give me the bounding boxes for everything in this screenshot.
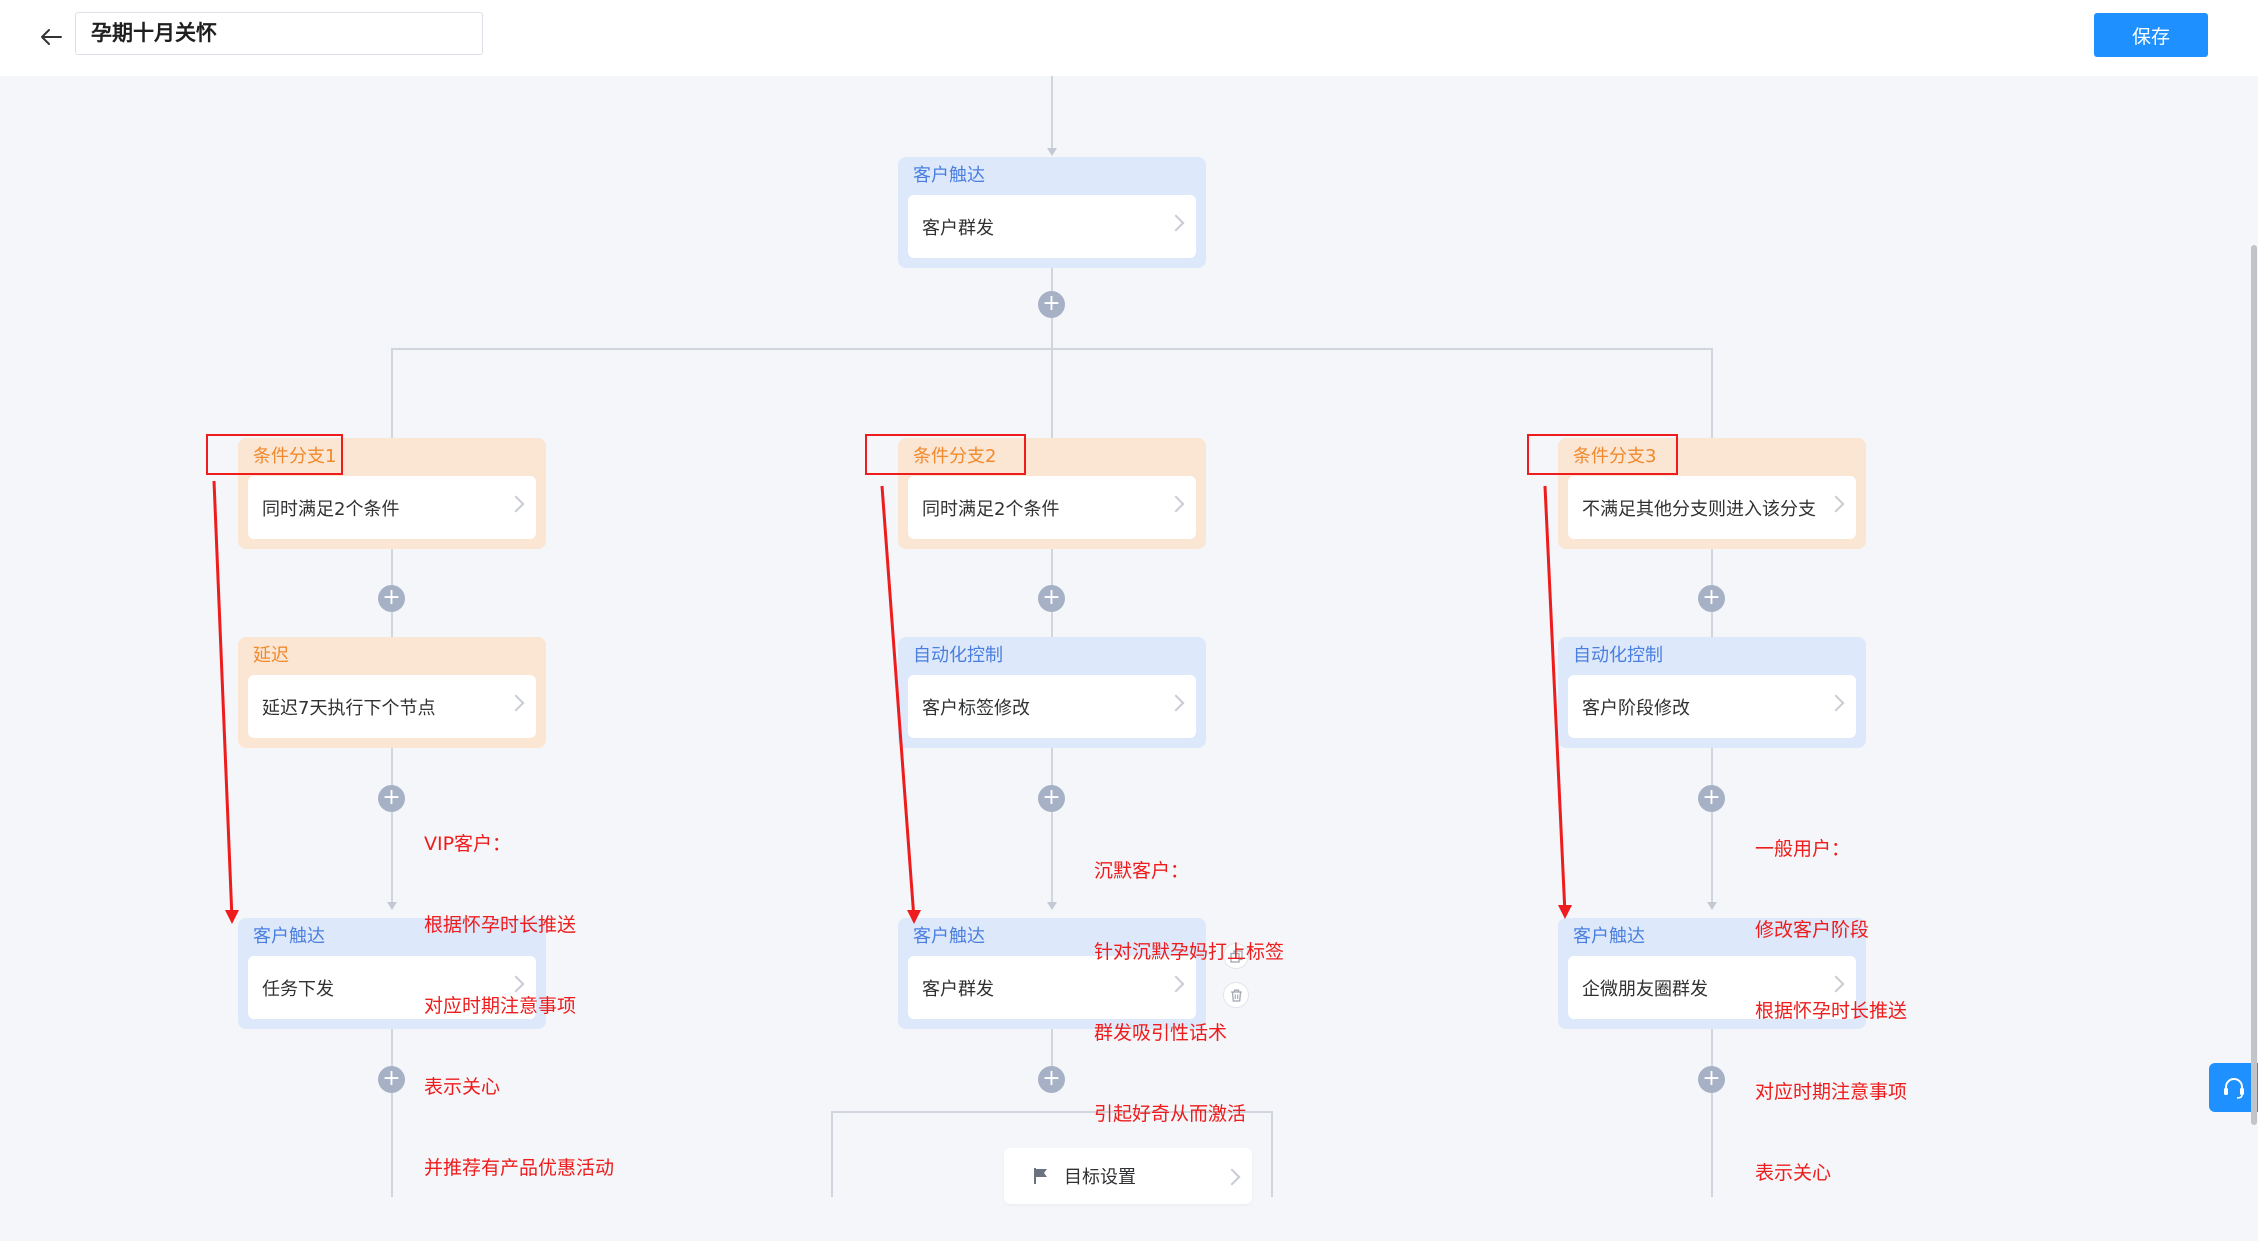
- arrow-left-icon: [41, 29, 62, 45]
- annotation-text-branch-3: 一般用户： 修改客户阶段 根据怀孕时长推送 对应时期注意事项 表示关心: [1755, 838, 1908, 1184]
- annotation-arrowhead: [225, 910, 239, 924]
- top-bar: 孕期十月关怀 保存: [0, 0, 2258, 76]
- save-button[interactable]: 保存: [2094, 13, 2208, 57]
- annotation-arrow: [1543, 485, 1567, 915]
- vertical-scrollbar[interactable]: [2251, 245, 2257, 1125]
- annotation-arrow: [880, 485, 916, 920]
- back-button[interactable]: [34, 20, 68, 54]
- flow-canvas: 客户触达 客户群发 + + + + + + + + + + 条件分支1 同时满足…: [0, 76, 2258, 1204]
- flow-title-input[interactable]: 孕期十月关怀: [75, 12, 483, 55]
- annotation-arrow: [212, 480, 234, 920]
- annotation-text-branch-2: 沉默客户： 针对沉默孕妈打上标签 群发吸引性话术 引起好奇从而激活: [1094, 860, 1285, 1125]
- annotation-arrowhead: [907, 910, 921, 924]
- annotation-arrowhead: [1558, 905, 1572, 919]
- headset-icon: [2223, 1077, 2244, 1099]
- annotation-text-branch-1: VIP客户： 根据怀孕时长推送 对应时期注意事项 表示关心 并推荐有产品优惠活动: [424, 833, 615, 1179]
